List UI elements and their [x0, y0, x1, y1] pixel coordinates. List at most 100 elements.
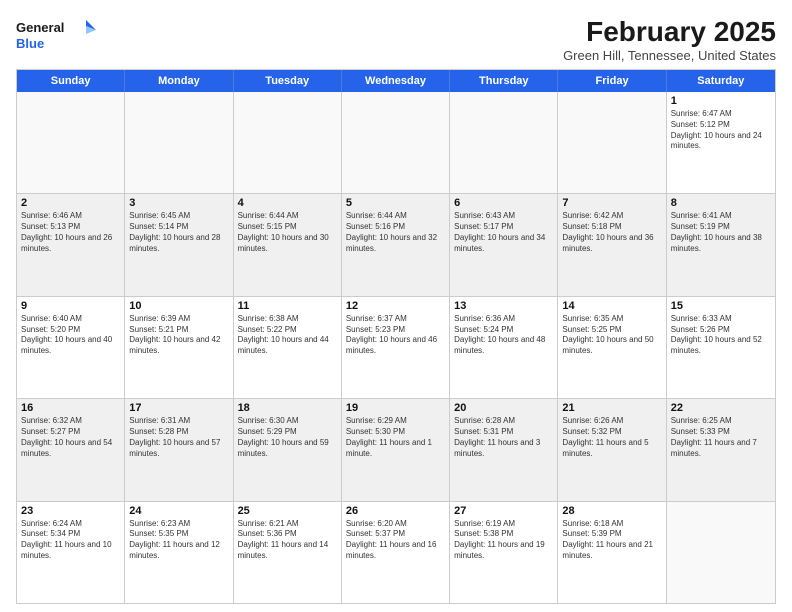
- day-number-16: 16: [21, 402, 120, 414]
- cell-info-24: Sunrise: 6:23 AMSunset: 5:35 PMDaylight:…: [129, 519, 228, 562]
- calendar-header: Sunday Monday Tuesday Wednesday Thursday…: [17, 70, 775, 92]
- cell-info-5: Sunrise: 6:44 AMSunset: 5:16 PMDaylight:…: [346, 211, 445, 254]
- calendar-cell-4-3: 26 Sunrise: 6:20 AMSunset: 5:37 PMDayligh…: [342, 502, 450, 603]
- day-number-3: 3: [129, 197, 228, 209]
- day-number-2: 2: [21, 197, 120, 209]
- day-number-17: 17: [129, 402, 228, 414]
- day-number-7: 7: [562, 197, 661, 209]
- calendar-cell-2-5: 14 Sunrise: 6:35 AMSunset: 5:25 PMDayligh…: [558, 297, 666, 398]
- weekday-wednesday: Wednesday: [342, 70, 450, 92]
- calendar-cell-1-5: 7 Sunrise: 6:42 AMSunset: 5:18 PMDaylight…: [558, 194, 666, 295]
- calendar-cell-4-1: 24 Sunrise: 6:23 AMSunset: 5:35 PMDayligh…: [125, 502, 233, 603]
- day-number-21: 21: [562, 402, 661, 414]
- calendar-body: 1 Sunrise: 6:47 AMSunset: 5:12 PMDaylight…: [17, 92, 775, 603]
- day-number-24: 24: [129, 505, 228, 517]
- svg-text:Blue: Blue: [16, 36, 44, 51]
- day-number-11: 11: [238, 300, 337, 312]
- cell-info-21: Sunrise: 6:26 AMSunset: 5:32 PMDaylight:…: [562, 416, 661, 459]
- cell-info-19: Sunrise: 6:29 AMSunset: 5:30 PMDaylight:…: [346, 416, 445, 459]
- day-number-13: 13: [454, 300, 553, 312]
- cell-info-10: Sunrise: 6:39 AMSunset: 5:21 PMDaylight:…: [129, 314, 228, 357]
- calendar-cell-4-4: 27 Sunrise: 6:19 AMSunset: 5:38 PMDayligh…: [450, 502, 558, 603]
- calendar-row-0: 1 Sunrise: 6:47 AMSunset: 5:12 PMDaylight…: [17, 92, 775, 194]
- cell-info-14: Sunrise: 6:35 AMSunset: 5:25 PMDaylight:…: [562, 314, 661, 357]
- weekday-friday: Friday: [558, 70, 666, 92]
- cell-info-16: Sunrise: 6:32 AMSunset: 5:27 PMDaylight:…: [21, 416, 120, 459]
- calendar-cell-3-2: 18 Sunrise: 6:30 AMSunset: 5:29 PMDayligh…: [234, 399, 342, 500]
- calendar-cell-4-0: 23 Sunrise: 6:24 AMSunset: 5:34 PMDayligh…: [17, 502, 125, 603]
- weekday-tuesday: Tuesday: [234, 70, 342, 92]
- day-number-27: 27: [454, 505, 553, 517]
- calendar-cell-2-6: 15 Sunrise: 6:33 AMSunset: 5:26 PMDayligh…: [667, 297, 775, 398]
- day-number-19: 19: [346, 402, 445, 414]
- calendar-cell-3-4: 20 Sunrise: 6:28 AMSunset: 5:31 PMDayligh…: [450, 399, 558, 500]
- calendar-cell-3-5: 21 Sunrise: 6:26 AMSunset: 5:32 PMDayligh…: [558, 399, 666, 500]
- cell-info-26: Sunrise: 6:20 AMSunset: 5:37 PMDaylight:…: [346, 519, 445, 562]
- calendar-cell-1-0: 2 Sunrise: 6:46 AMSunset: 5:13 PMDaylight…: [17, 194, 125, 295]
- svg-text:General: General: [16, 20, 64, 35]
- cell-info-23: Sunrise: 6:24 AMSunset: 5:34 PMDaylight:…: [21, 519, 120, 562]
- day-number-23: 23: [21, 505, 120, 517]
- logo-svg: General Blue: [16, 16, 96, 56]
- day-number-6: 6: [454, 197, 553, 209]
- cell-info-7: Sunrise: 6:42 AMSunset: 5:18 PMDaylight:…: [562, 211, 661, 254]
- calendar-cell-3-1: 17Sunrise: 6:31 AMSunset: 5:28 PMDayligh…: [125, 399, 233, 500]
- weekday-monday: Monday: [125, 70, 233, 92]
- cell-info-9: Sunrise: 6:40 AMSunset: 5:20 PMDaylight:…: [21, 314, 120, 357]
- calendar-cell-2-4: 13 Sunrise: 6:36 AMSunset: 5:24 PMDayligh…: [450, 297, 558, 398]
- cell-info-3: Sunrise: 6:45 AMSunset: 5:14 PMDaylight:…: [129, 211, 228, 254]
- cell-info-2: Sunrise: 6:46 AMSunset: 5:13 PMDaylight:…: [21, 211, 120, 254]
- day-number-18: 18: [238, 402, 337, 414]
- day-number-9: 9: [21, 300, 120, 312]
- month-title: February 2025: [563, 16, 776, 48]
- cell-info-28: Sunrise: 6:18 AMSunset: 5:39 PMDaylight:…: [562, 519, 661, 562]
- cell-info-27: Sunrise: 6:19 AMSunset: 5:38 PMDaylight:…: [454, 519, 553, 562]
- weekday-sunday: Sunday: [17, 70, 125, 92]
- calendar: Sunday Monday Tuesday Wednesday Thursday…: [16, 69, 776, 604]
- calendar-row-1: 2 Sunrise: 6:46 AMSunset: 5:13 PMDaylight…: [17, 194, 775, 296]
- cell-info-20: Sunrise: 6:28 AMSunset: 5:31 PMDaylight:…: [454, 416, 553, 459]
- header: General Blue February 2025 Green Hill, T…: [16, 16, 776, 63]
- cell-info-1: Sunrise: 6:47 AMSunset: 5:12 PMDaylight:…: [671, 109, 771, 152]
- calendar-cell-0-3: [342, 92, 450, 193]
- cell-info-25: Sunrise: 6:21 AMSunset: 5:36 PMDaylight:…: [238, 519, 337, 562]
- day-number-14: 14: [562, 300, 661, 312]
- calendar-cell-4-2: 25Sunrise: 6:21 AMSunset: 5:36 PMDayligh…: [234, 502, 342, 603]
- logo: General Blue: [16, 16, 96, 56]
- calendar-cell-1-1: 3 Sunrise: 6:45 AMSunset: 5:14 PMDaylight…: [125, 194, 233, 295]
- cell-info-18: Sunrise: 6:30 AMSunset: 5:29 PMDaylight:…: [238, 416, 337, 459]
- calendar-row-3: 16 Sunrise: 6:32 AMSunset: 5:27 PMDayligh…: [17, 399, 775, 501]
- location: Green Hill, Tennessee, United States: [563, 48, 776, 63]
- day-number-1: 1: [671, 95, 771, 107]
- cell-info-6: Sunrise: 6:43 AMSunset: 5:17 PMDaylight:…: [454, 211, 553, 254]
- day-number-8: 8: [671, 197, 771, 209]
- calendar-cell-3-6: 22Sunrise: 6:25 AMSunset: 5:33 PMDayligh…: [667, 399, 775, 500]
- cell-info-4: Sunrise: 6:44 AMSunset: 5:15 PMDaylight:…: [238, 211, 337, 254]
- day-number-15: 15: [671, 300, 771, 312]
- cell-info-12: Sunrise: 6:37 AMSunset: 5:23 PMDaylight:…: [346, 314, 445, 357]
- calendar-cell-0-5: [558, 92, 666, 193]
- calendar-row-4: 23 Sunrise: 6:24 AMSunset: 5:34 PMDayligh…: [17, 502, 775, 603]
- day-number-12: 12: [346, 300, 445, 312]
- day-number-26: 26: [346, 505, 445, 517]
- day-number-5: 5: [346, 197, 445, 209]
- calendar-cell-0-1: [125, 92, 233, 193]
- calendar-cell-0-0: [17, 92, 125, 193]
- calendar-cell-3-3: 19 Sunrise: 6:29 AMSunset: 5:30 PMDayligh…: [342, 399, 450, 500]
- calendar-cell-2-1: 10Sunrise: 6:39 AMSunset: 5:21 PMDayligh…: [125, 297, 233, 398]
- cell-info-15: Sunrise: 6:33 AMSunset: 5:26 PMDaylight:…: [671, 314, 771, 357]
- calendar-cell-2-0: 9 Sunrise: 6:40 AMSunset: 5:20 PMDaylight…: [17, 297, 125, 398]
- weekday-saturday: Saturday: [667, 70, 775, 92]
- cell-info-13: Sunrise: 6:36 AMSunset: 5:24 PMDaylight:…: [454, 314, 553, 357]
- cell-info-11: Sunrise: 6:38 AMSunset: 5:22 PMDaylight:…: [238, 314, 337, 357]
- day-number-22: 22: [671, 402, 771, 414]
- calendar-cell-0-2: [234, 92, 342, 193]
- calendar-cell-0-6: 1 Sunrise: 6:47 AMSunset: 5:12 PMDaylight…: [667, 92, 775, 193]
- calendar-cell-1-2: 4 Sunrise: 6:44 AMSunset: 5:15 PMDaylight…: [234, 194, 342, 295]
- page: General Blue February 2025 Green Hill, T…: [0, 0, 792, 612]
- day-number-4: 4: [238, 197, 337, 209]
- calendar-cell-4-5: 28 Sunrise: 6:18 AMSunset: 5:39 PMDayligh…: [558, 502, 666, 603]
- day-number-28: 28: [562, 505, 661, 517]
- day-number-20: 20: [454, 402, 553, 414]
- calendar-cell-4-6: [667, 502, 775, 603]
